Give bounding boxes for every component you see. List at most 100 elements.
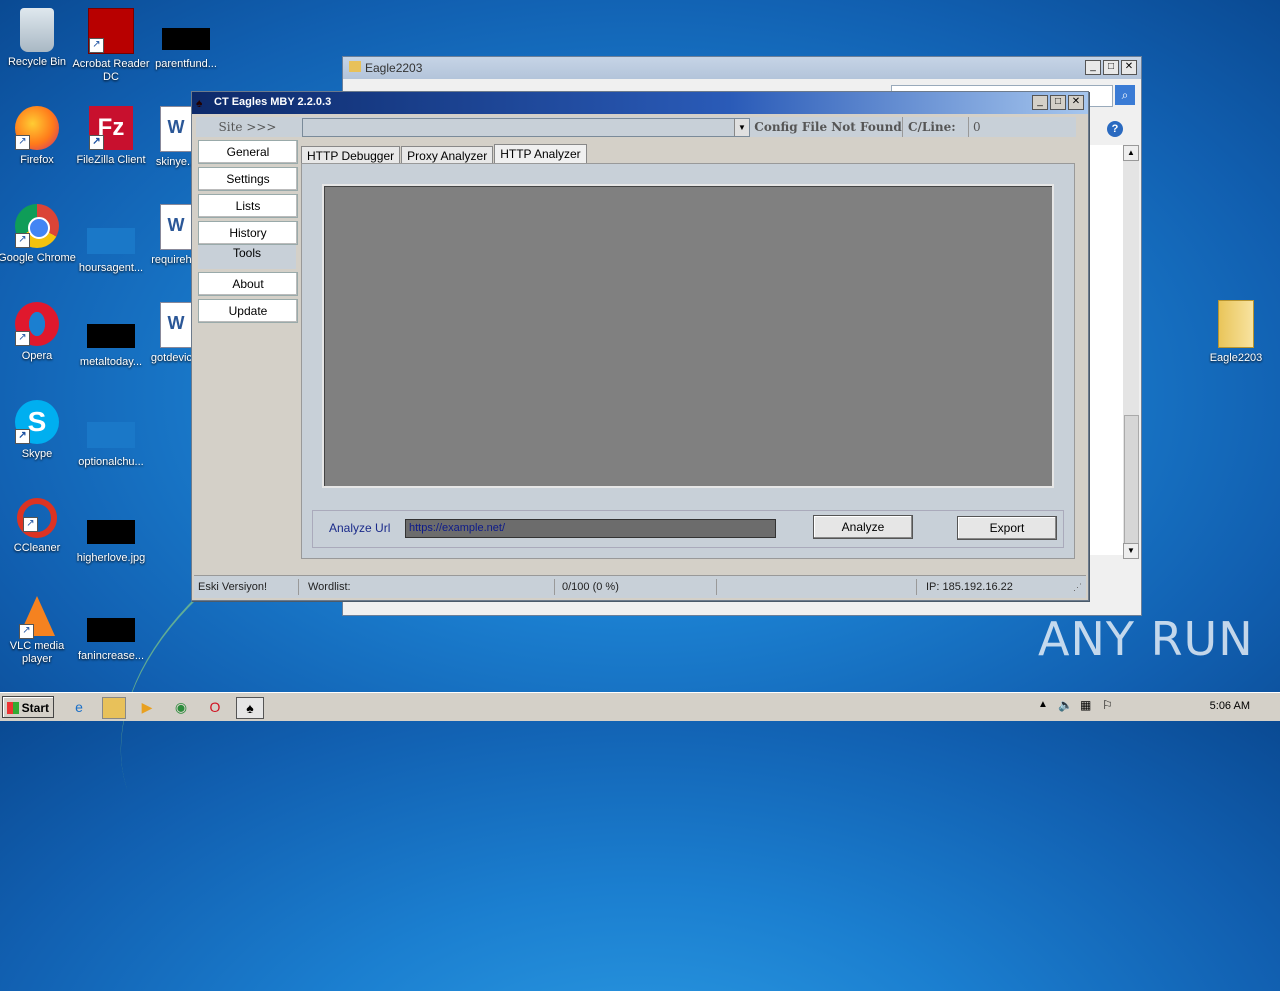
explorer-scrollbar[interactable]: ▲ ▼ xyxy=(1123,145,1139,559)
desktop-icon-chrome[interactable]: ↗ Google Chrome xyxy=(0,204,77,265)
analyze-url-label: Analyze Url xyxy=(329,521,391,535)
anyrun-watermark: ANY RUN xyxy=(1038,612,1254,666)
desktop-icon-label: optionalchu... xyxy=(78,456,144,468)
vlc-icon: ↗ xyxy=(19,596,55,639)
nav-history-button[interactable]: History xyxy=(198,221,298,245)
volume-icon[interactable]: 🔈 xyxy=(1058,698,1073,712)
cline-value: 0 xyxy=(968,117,1081,137)
word-document-icon: W xyxy=(160,204,192,250)
scroll-up-icon[interactable]: ▲ xyxy=(1123,145,1139,161)
shortcut-arrow-icon: ↗ xyxy=(89,135,104,150)
clock[interactable]: 5:06 AM xyxy=(1210,700,1250,712)
nav-lists-button[interactable]: Lists xyxy=(198,194,298,218)
folder-icon xyxy=(1218,300,1254,348)
minimize-icon[interactable]: _ xyxy=(1085,60,1101,75)
ct-eagles-taskbar-icon[interactable]: ♠ xyxy=(236,697,264,719)
help-icon[interactable]: ? xyxy=(1107,121,1123,137)
redacted-thumbnail xyxy=(87,618,135,642)
ccleaner-icon: ↗ xyxy=(17,498,57,538)
chrome-taskbar-icon[interactable]: ◉ xyxy=(170,697,192,717)
desktop-icon-label: Recycle Bin xyxy=(7,56,67,68)
scroll-down-icon[interactable]: ▼ xyxy=(1123,543,1139,559)
desktop-icon-ccleaner[interactable]: ↗ CCleaner xyxy=(0,498,77,555)
analyzer-output-area[interactable] xyxy=(322,184,1054,488)
desktop-icon-higherlove[interactable]: higherlove.jpg xyxy=(71,508,151,565)
watermark-text: ANY RUN xyxy=(1038,612,1254,666)
analyze-button[interactable]: Analyze xyxy=(813,515,913,539)
nav-general-button[interactable]: General xyxy=(198,140,298,164)
opera-taskbar-icon[interactable]: O xyxy=(204,697,226,717)
desktop-icon-optionalchu[interactable]: optionalchu... xyxy=(71,410,151,469)
desktop-icon-parentfund[interactable]: parentfund... xyxy=(146,18,226,71)
shortcut-arrow-icon: ↗ xyxy=(15,233,30,248)
start-label: Start xyxy=(21,701,49,715)
close-icon[interactable]: ✕ xyxy=(1121,60,1137,75)
media-player-icon[interactable]: ▶ xyxy=(136,697,158,717)
nav-tools-button[interactable]: Tools xyxy=(198,245,296,269)
scroll-thumb[interactable] xyxy=(1124,415,1139,545)
search-icon[interactable]: ⌕ xyxy=(1115,85,1135,105)
shortcut-arrow-icon: ↗ xyxy=(15,429,30,444)
acrobat-icon: ↗ xyxy=(88,8,134,54)
tab-http-analyzer[interactable]: HTTP Analyzer xyxy=(494,144,587,165)
desktop-icon-skype[interactable]: S ↗ Skype xyxy=(0,400,77,461)
status-wordlist: Wordlist: xyxy=(304,579,555,595)
desktop-icon-recycle-bin[interactable]: Recycle Bin xyxy=(0,8,77,69)
network-icon[interactable]: ▦ xyxy=(1080,698,1091,712)
blank-thumbnail xyxy=(87,228,135,254)
desktop-icon-label: CCleaner xyxy=(13,542,61,554)
http-analyzer-panel: Analyze Url https://example.net/ Analyze… xyxy=(301,163,1075,559)
chrome-icon: ↗ xyxy=(15,204,59,248)
left-nav: General Settings Lists History Tools Abo… xyxy=(198,140,298,326)
cline-label: C/Line: xyxy=(908,120,956,134)
start-button[interactable]: Start xyxy=(2,696,54,718)
ie-icon[interactable]: e xyxy=(68,697,90,717)
desktop-folder-eagle2203[interactable]: Eagle2203 xyxy=(1200,300,1272,364)
redacted-thumbnail xyxy=(87,520,135,544)
site-bar: Site >>> ▼ Config File Not Found C/Line:… xyxy=(196,117,1076,137)
explorer-titlebar[interactable]: Eagle2203 _ □ ✕ xyxy=(343,57,1141,79)
ct-eagles-window[interactable]: ♠ CT Eagles MBY 2.2.0.3 _ □ ✕ Site >>> ▼… xyxy=(191,91,1089,601)
nav-about-button[interactable]: About xyxy=(198,272,298,296)
close-icon[interactable]: ✕ xyxy=(1068,95,1084,110)
nav-update-button[interactable]: Update xyxy=(198,299,298,323)
status-ip: IP: 185.192.16.22 xyxy=(926,581,1013,593)
folder-icon xyxy=(349,61,361,72)
desktop-icon-label: Google Chrome xyxy=(0,252,76,264)
desktop-icon-label: VLC media player xyxy=(9,640,65,665)
nav-settings-button[interactable]: Settings xyxy=(198,167,298,191)
maximize-icon[interactable]: □ xyxy=(1103,60,1119,75)
system-tray: ▲ 🔈 ▦ ⚐ 5:06 AM xyxy=(1038,693,1280,721)
flag-icon[interactable]: ⚐ xyxy=(1102,698,1113,712)
app-title: CT Eagles MBY 2.2.0.3 xyxy=(214,96,332,108)
explorer-taskbar-icon[interactable] xyxy=(102,697,126,719)
config-status: Config File Not Found xyxy=(754,117,903,137)
site-combobox[interactable]: ▼ xyxy=(302,118,750,137)
status-version: Eski Versiyon! xyxy=(194,579,299,595)
minimize-icon[interactable]: _ xyxy=(1032,95,1048,110)
desktop-icon-acrobat[interactable]: ↗ Acrobat Reader DC xyxy=(71,8,151,84)
word-document-icon: W xyxy=(160,302,192,348)
windows-flag-icon xyxy=(7,702,19,714)
desktop-icon-vlc[interactable]: ↗ VLC media player xyxy=(0,596,77,666)
chevron-up-icon[interactable]: ▲ xyxy=(1038,699,1048,710)
site-label: Site >>> xyxy=(218,120,277,134)
chevron-down-icon[interactable]: ▼ xyxy=(734,119,749,136)
app-titlebar[interactable]: ♠ CT Eagles MBY 2.2.0.3 _ □ ✕ xyxy=(192,92,1088,114)
filezilla-icon: Fz ↗ xyxy=(89,106,133,150)
desktop-icon-fanincrease[interactable]: fanincrease... xyxy=(71,606,151,663)
desktop-icon-opera[interactable]: ↗ Opera xyxy=(0,302,77,363)
explorer-content xyxy=(1087,145,1123,555)
desktop-icon-label: fanincrease... xyxy=(77,650,145,662)
shortcut-arrow-icon: ↗ xyxy=(89,38,104,53)
export-button[interactable]: Export xyxy=(957,516,1057,540)
maximize-icon[interactable]: □ xyxy=(1050,95,1066,110)
recycle-bin-icon xyxy=(20,8,54,52)
desktop-icon-label: Acrobat Reader DC xyxy=(72,58,150,83)
desktop-icon-firefox[interactable]: ↗ Firefox xyxy=(0,106,77,167)
explorer-title: Eagle2203 xyxy=(365,61,423,75)
resize-grip-icon[interactable]: ⋰ xyxy=(1073,582,1082,593)
desktop-icon-label: parentfund... xyxy=(155,58,217,70)
analyze-url-input[interactable]: https://example.net/ xyxy=(405,519,776,538)
shortcut-arrow-icon: ↗ xyxy=(19,624,34,639)
